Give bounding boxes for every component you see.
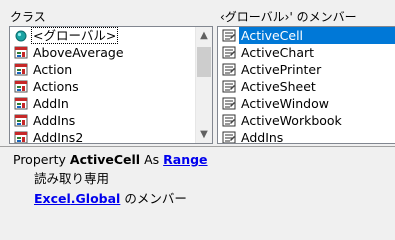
member-of-suffix: のメンバー bbox=[124, 191, 187, 206]
property-keyword: Property bbox=[13, 152, 66, 167]
scroll-down-arrow-icon[interactable]: ▼ bbox=[196, 126, 212, 143]
library-link[interactable]: Excel bbox=[34, 191, 71, 206]
member-item[interactable]: ActiveSheet bbox=[218, 78, 395, 95]
scroll-up-arrow-icon[interactable]: ▲ bbox=[196, 27, 212, 44]
class-item[interactable]: AboveAverage bbox=[10, 44, 195, 61]
classes-list[interactable]: <グローバル> AboveAverage Action Actions AddIn Add… bbox=[9, 26, 213, 144]
class-item[interactable]: <グローバル> bbox=[10, 27, 195, 44]
member-item-label: ActivePrinter bbox=[241, 62, 322, 77]
member-of-line: Excel.Global のメンバー bbox=[34, 190, 187, 208]
members-pane-label: ‹グローバル›' のメンバー bbox=[220, 10, 357, 24]
class-item[interactable]: Actions bbox=[10, 78, 195, 95]
class-icon-graphic bbox=[14, 46, 28, 59]
member-item[interactable]: AddIns bbox=[218, 129, 395, 143]
class-icon-graphic bbox=[14, 63, 28, 76]
class-item[interactable]: AddIns bbox=[10, 112, 195, 129]
member-item-label: ActiveWindow bbox=[241, 96, 329, 111]
property-icon bbox=[221, 62, 237, 77]
details-pane: Property ActiveCell As Range 読み取り専用 Exce… bbox=[0, 146, 395, 220]
type-link[interactable]: Range bbox=[163, 152, 207, 167]
member-item[interactable]: ActiveCell bbox=[218, 27, 395, 44]
as-keyword: As bbox=[144, 152, 160, 167]
property-icon bbox=[221, 96, 237, 111]
class-item-label: AddIn bbox=[33, 96, 69, 111]
scope-link[interactable]: Global bbox=[76, 191, 121, 206]
property-icon bbox=[221, 130, 237, 143]
class-icon-graphic bbox=[14, 114, 28, 127]
class-icon bbox=[13, 130, 29, 143]
class-item-label: AddIns bbox=[33, 113, 76, 128]
property-icon bbox=[221, 113, 237, 128]
globe-icon-graphic bbox=[15, 30, 27, 42]
class-item-label: <グローバル> bbox=[31, 27, 119, 44]
member-item[interactable]: ActiveChart bbox=[218, 44, 395, 61]
property-icon-graphic bbox=[222, 46, 236, 59]
property-icon bbox=[221, 45, 237, 60]
classes-scrollbar[interactable]: ▲ ▼ bbox=[195, 27, 212, 143]
class-icon-graphic bbox=[14, 131, 28, 143]
class-item-label: AboveAverage bbox=[33, 45, 124, 60]
member-name: ActiveCell bbox=[69, 152, 141, 167]
property-icon-graphic bbox=[222, 97, 236, 110]
class-item[interactable]: AddIns2 bbox=[10, 129, 195, 143]
class-icon bbox=[13, 62, 29, 77]
member-signature: Property ActiveCell As Range bbox=[13, 151, 208, 169]
members-list[interactable]: ActiveCell ActiveChart ActivePrinter Active… bbox=[217, 26, 395, 144]
class-item-label: Action bbox=[33, 62, 73, 77]
class-item[interactable]: AddIn bbox=[10, 95, 195, 112]
classes-pane-label: クラス bbox=[10, 10, 46, 24]
member-item-label: ActiveSheet bbox=[241, 79, 316, 94]
class-item-label: AddIns2 bbox=[33, 130, 84, 143]
member-item-label: ActiveCell bbox=[239, 27, 395, 44]
member-item[interactable]: ActiveWindow bbox=[218, 95, 395, 112]
class-item[interactable]: Action bbox=[10, 61, 195, 78]
scroll-thumb[interactable] bbox=[197, 47, 211, 77]
class-item-label: Actions bbox=[33, 79, 79, 94]
access-text: 読み取り専用 bbox=[34, 171, 110, 186]
property-icon bbox=[221, 79, 237, 94]
property-icon-graphic bbox=[222, 80, 236, 93]
member-item[interactable]: ActiveWorkbook bbox=[218, 112, 395, 129]
class-icon bbox=[13, 113, 29, 128]
globe-icon bbox=[13, 28, 29, 43]
class-icon bbox=[13, 45, 29, 60]
member-item[interactable]: ActivePrinter bbox=[218, 61, 395, 78]
property-icon-graphic bbox=[222, 63, 236, 76]
class-icon-graphic bbox=[14, 80, 28, 93]
property-icon-graphic bbox=[222, 131, 236, 143]
property-icon-graphic bbox=[222, 29, 236, 42]
class-icon bbox=[13, 96, 29, 111]
class-icon bbox=[13, 79, 29, 94]
member-item-label: ActiveChart bbox=[241, 45, 315, 60]
class-icon-graphic bbox=[14, 97, 28, 110]
property-icon bbox=[221, 28, 237, 43]
property-icon-graphic bbox=[222, 114, 236, 127]
member-item-label: AddIns bbox=[241, 130, 284, 143]
member-item-label: ActiveWorkbook bbox=[241, 113, 342, 128]
